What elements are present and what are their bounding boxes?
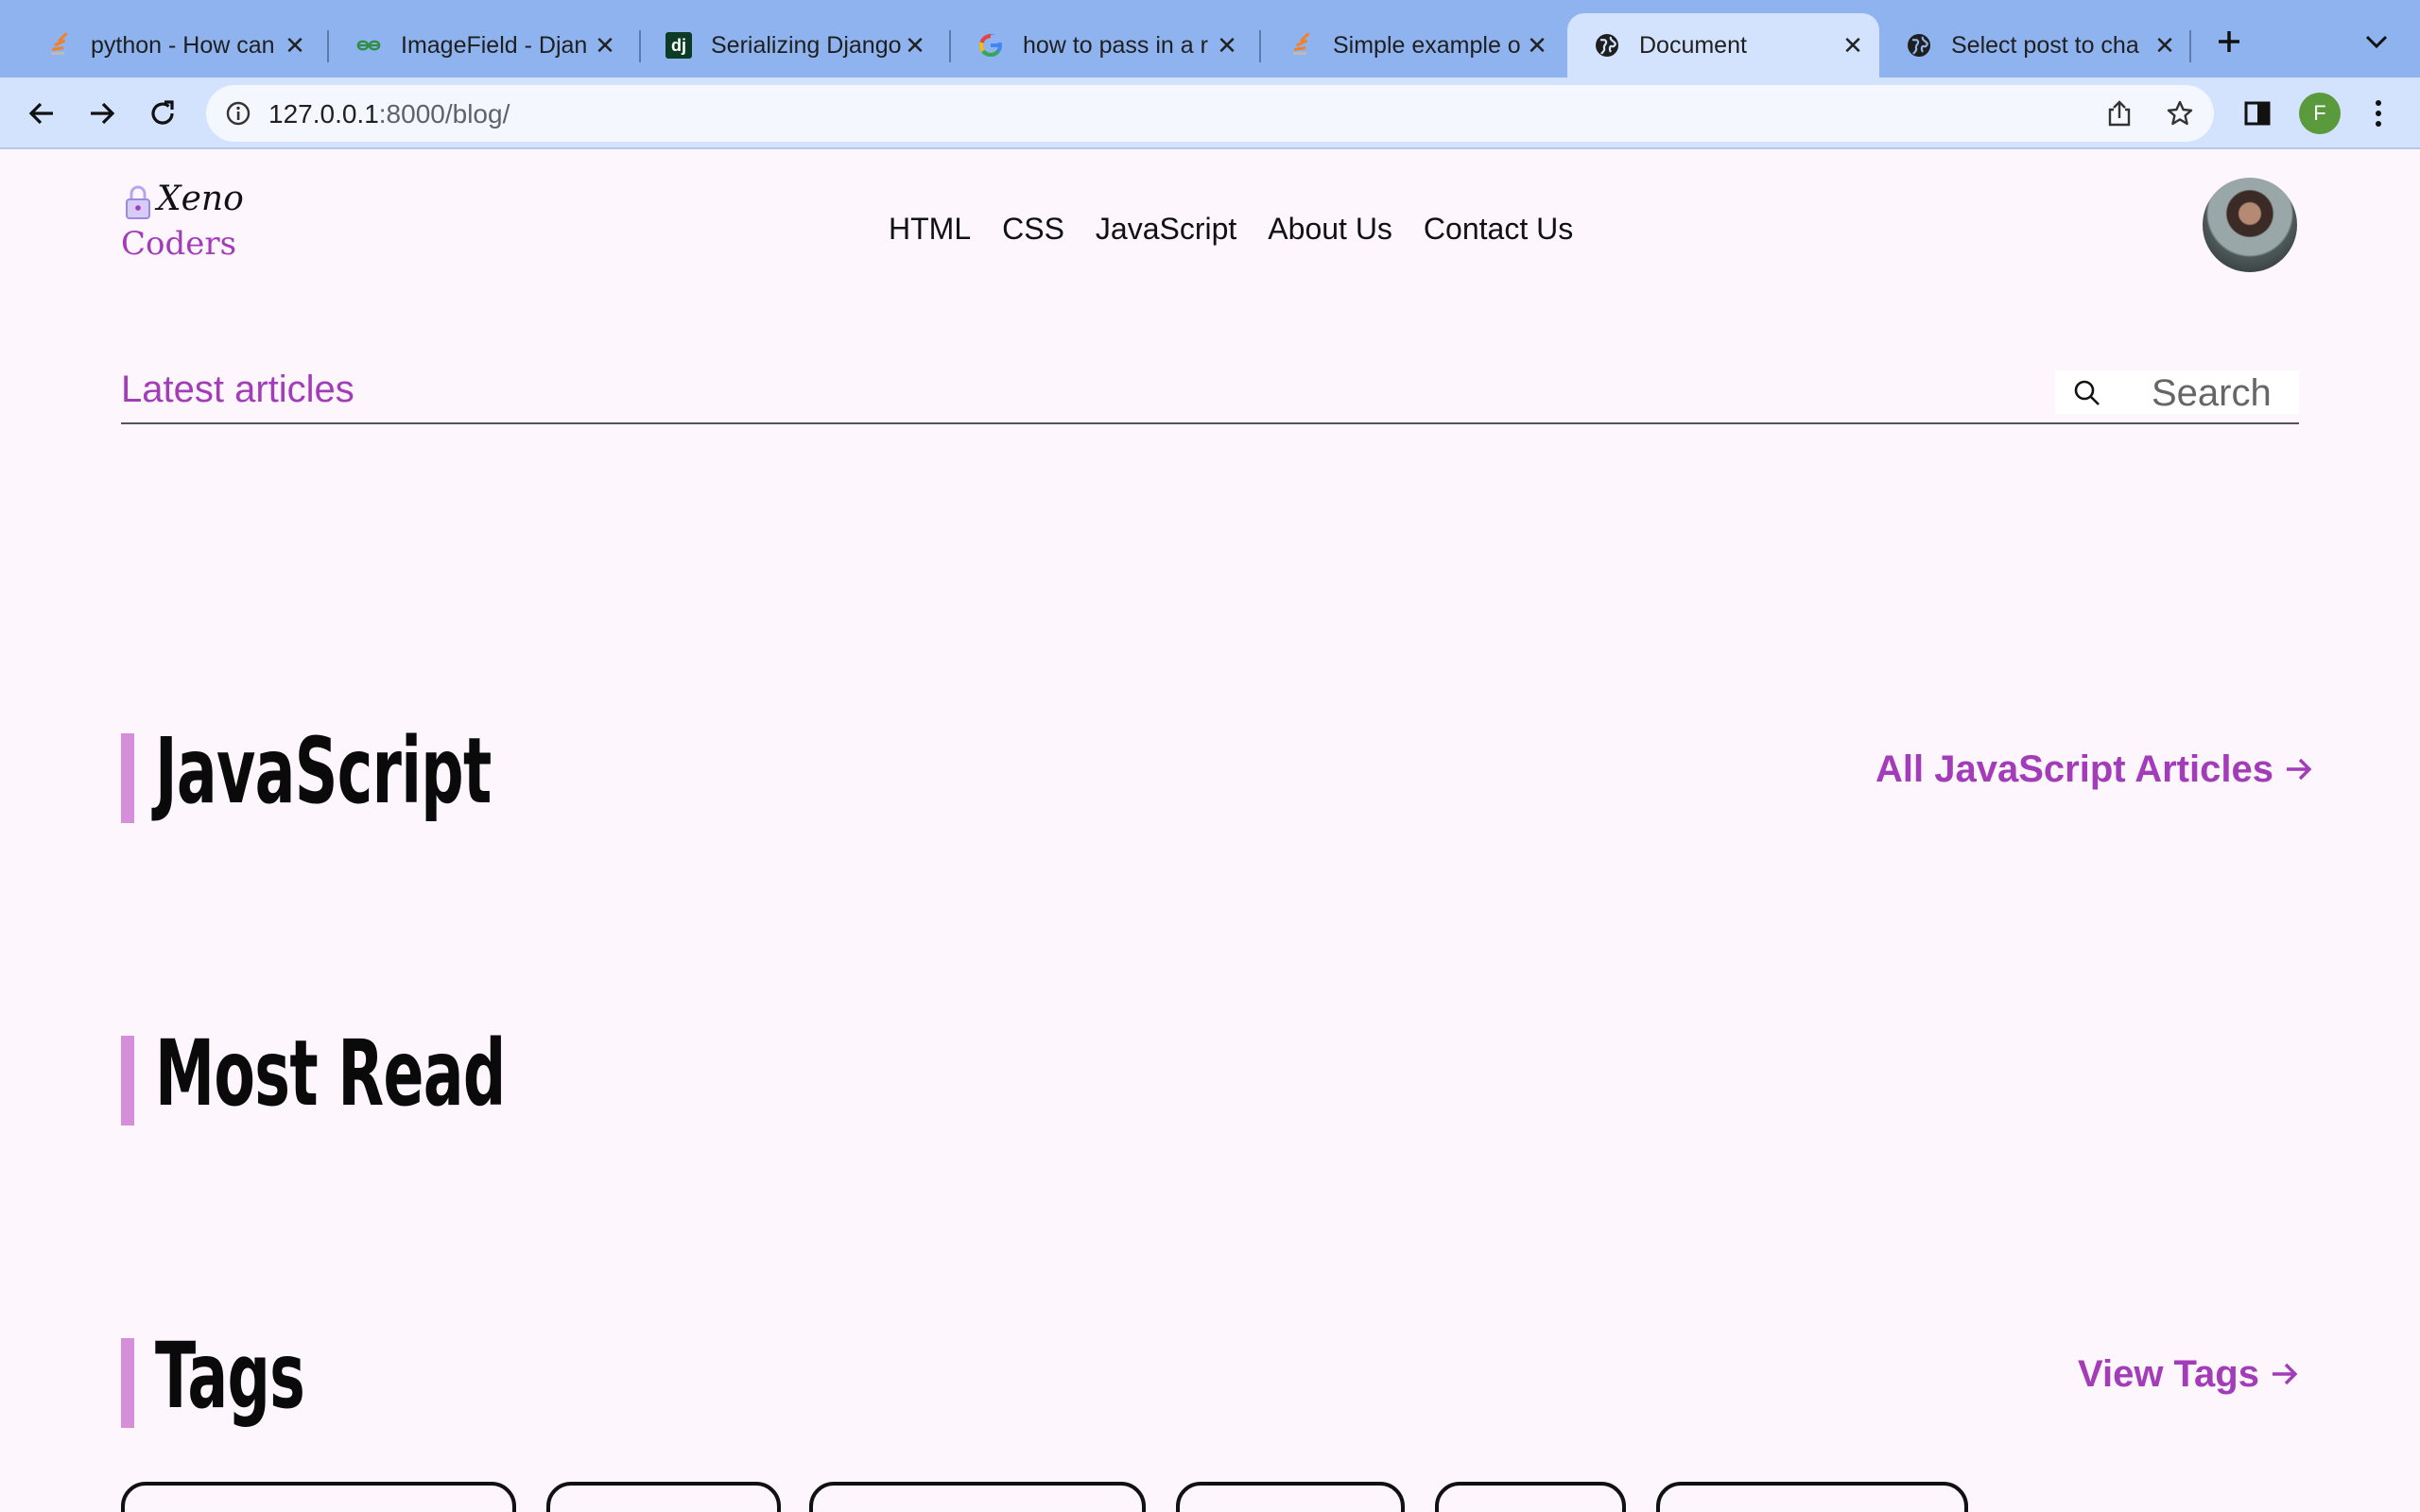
javascript-section-header: JavaScript: [121, 718, 972, 824]
logo-text-bottom: Coders: [121, 225, 237, 263]
arrow-right-icon: [2285, 748, 2313, 791]
close-tab-icon[interactable]: ✕: [592, 31, 618, 60]
lock-icon: [123, 183, 153, 226]
tag-pill[interactable]: [1176, 1482, 1405, 1512]
browser-tab-active[interactable]: Document ✕: [1567, 13, 1879, 77]
bookmark-star-icon[interactable]: [2163, 96, 2197, 130]
section-heading: Tags: [155, 1323, 305, 1429]
new-tab-plus-icon[interactable]: [2210, 23, 2248, 60]
tab-title: Select post to cha: [1951, 31, 2139, 59]
nav-link-about-us[interactable]: About Us: [1268, 212, 1392, 247]
section-accent-bar: [121, 1036, 134, 1125]
share-icon[interactable]: [2102, 96, 2136, 130]
close-tab-icon[interactable]: ✕: [282, 31, 308, 60]
nav-link-css[interactable]: CSS: [1002, 212, 1064, 247]
search-box[interactable]: Search: [2055, 370, 2299, 414]
section-accent-bar: [121, 1338, 134, 1428]
section-accent-bar: [121, 733, 134, 823]
logo-text-top: Xeno: [157, 180, 244, 218]
search-icon: [2072, 378, 2102, 413]
django-icon: dj: [666, 32, 692, 59]
browser-tab-strip: python - How can ✕ ImageField - Djan ✕ d…: [0, 0, 2420, 77]
reload-icon[interactable]: [142, 93, 183, 134]
kebab-menu-icon[interactable]: [2358, 93, 2399, 134]
nav-link-javascript[interactable]: JavaScript: [1096, 212, 1236, 247]
tab-title: Simple example o: [1333, 31, 1521, 59]
profile-avatar[interactable]: F: [2299, 93, 2341, 134]
site-info-icon[interactable]: [225, 100, 251, 127]
address-bar[interactable]: 127.0.0.1:8000/blog/: [206, 85, 2214, 142]
side-panel-icon[interactable]: [2237, 93, 2278, 134]
browser-tab[interactable]: how to pass in a r ✕: [951, 13, 1253, 77]
tab-title: ImageField - Djan: [401, 31, 588, 59]
divider: [121, 422, 2299, 424]
tag-pill[interactable]: [809, 1482, 1146, 1512]
tag-pill[interactable]: [1656, 1482, 1968, 1512]
most-read-section-header: Most Read: [121, 1021, 972, 1126]
google-icon: [977, 32, 1004, 59]
browser-tab[interactable]: dj Serializing Django ✕: [639, 13, 942, 77]
geeksforgeeks-icon: [355, 32, 382, 59]
search-input[interactable]: Search: [2152, 372, 2272, 415]
forward-arrow-icon[interactable]: [81, 93, 123, 134]
section-heading: JavaScript: [155, 718, 492, 824]
close-tab-icon[interactable]: ✕: [1524, 31, 1550, 60]
tab-title: python - How can: [91, 31, 275, 59]
url-text[interactable]: 127.0.0.1:8000/blog/: [268, 99, 510, 129]
browser-tab[interactable]: Select post to cha ✕: [1879, 13, 2191, 77]
tab-title: how to pass in a r: [1023, 31, 1208, 59]
browser-tab[interactable]: Simple example o ✕: [1261, 13, 1564, 77]
stackoverflow-icon: [1288, 32, 1314, 59]
url-path: :8000/blog/: [378, 99, 510, 129]
tab-search-chevron-down-icon[interactable]: [2358, 23, 2395, 60]
section-heading: Most Read: [155, 1021, 506, 1126]
tags-section-header: Tags: [121, 1323, 972, 1429]
stackoverflow-icon: [45, 32, 72, 59]
tag-pill[interactable]: [121, 1482, 516, 1512]
close-tab-icon[interactable]: ✕: [1840, 31, 1866, 60]
tag-pill[interactable]: [1435, 1482, 1626, 1512]
close-tab-icon[interactable]: ✕: [1214, 31, 1240, 60]
latest-articles-label: Latest articles: [121, 369, 354, 410]
all-javascript-articles-link[interactable]: All JavaScript Articles: [1876, 748, 2313, 791]
link-label: All JavaScript Articles: [1876, 748, 2273, 790]
tag-pill[interactable]: [546, 1482, 781, 1512]
close-tab-icon[interactable]: ✕: [902, 31, 928, 60]
tab-title: Serializing Django: [711, 31, 902, 59]
url-host: 127.0.0.1: [268, 99, 379, 129]
tab-title: Document: [1639, 31, 1747, 59]
browser-tab[interactable]: python - How can ✕: [19, 13, 321, 77]
arrow-right-icon: [2271, 1353, 2299, 1396]
back-arrow-icon[interactable]: [21, 93, 62, 134]
site-logo[interactable]: Xeno Coders: [121, 180, 253, 274]
nav-link-contact-us[interactable]: Contact Us: [1424, 212, 1573, 247]
close-tab-icon[interactable]: ✕: [2152, 31, 2178, 60]
browser-tab[interactable]: ImageField - Djan ✕: [329, 13, 631, 77]
tab-divider: [2189, 30, 2191, 62]
link-label: View Tags: [2078, 1353, 2259, 1395]
browser-toolbar: 127.0.0.1:8000/blog/ F: [0, 77, 2420, 149]
user-avatar[interactable]: [2203, 178, 2297, 272]
globe-icon: [1906, 32, 1932, 59]
globe-icon: [1594, 32, 1620, 59]
main-nav: HTML CSS JavaScript About Us Contact Us: [889, 212, 1573, 247]
nav-link-html[interactable]: HTML: [889, 212, 971, 247]
view-tags-link[interactable]: View Tags: [2078, 1353, 2299, 1396]
